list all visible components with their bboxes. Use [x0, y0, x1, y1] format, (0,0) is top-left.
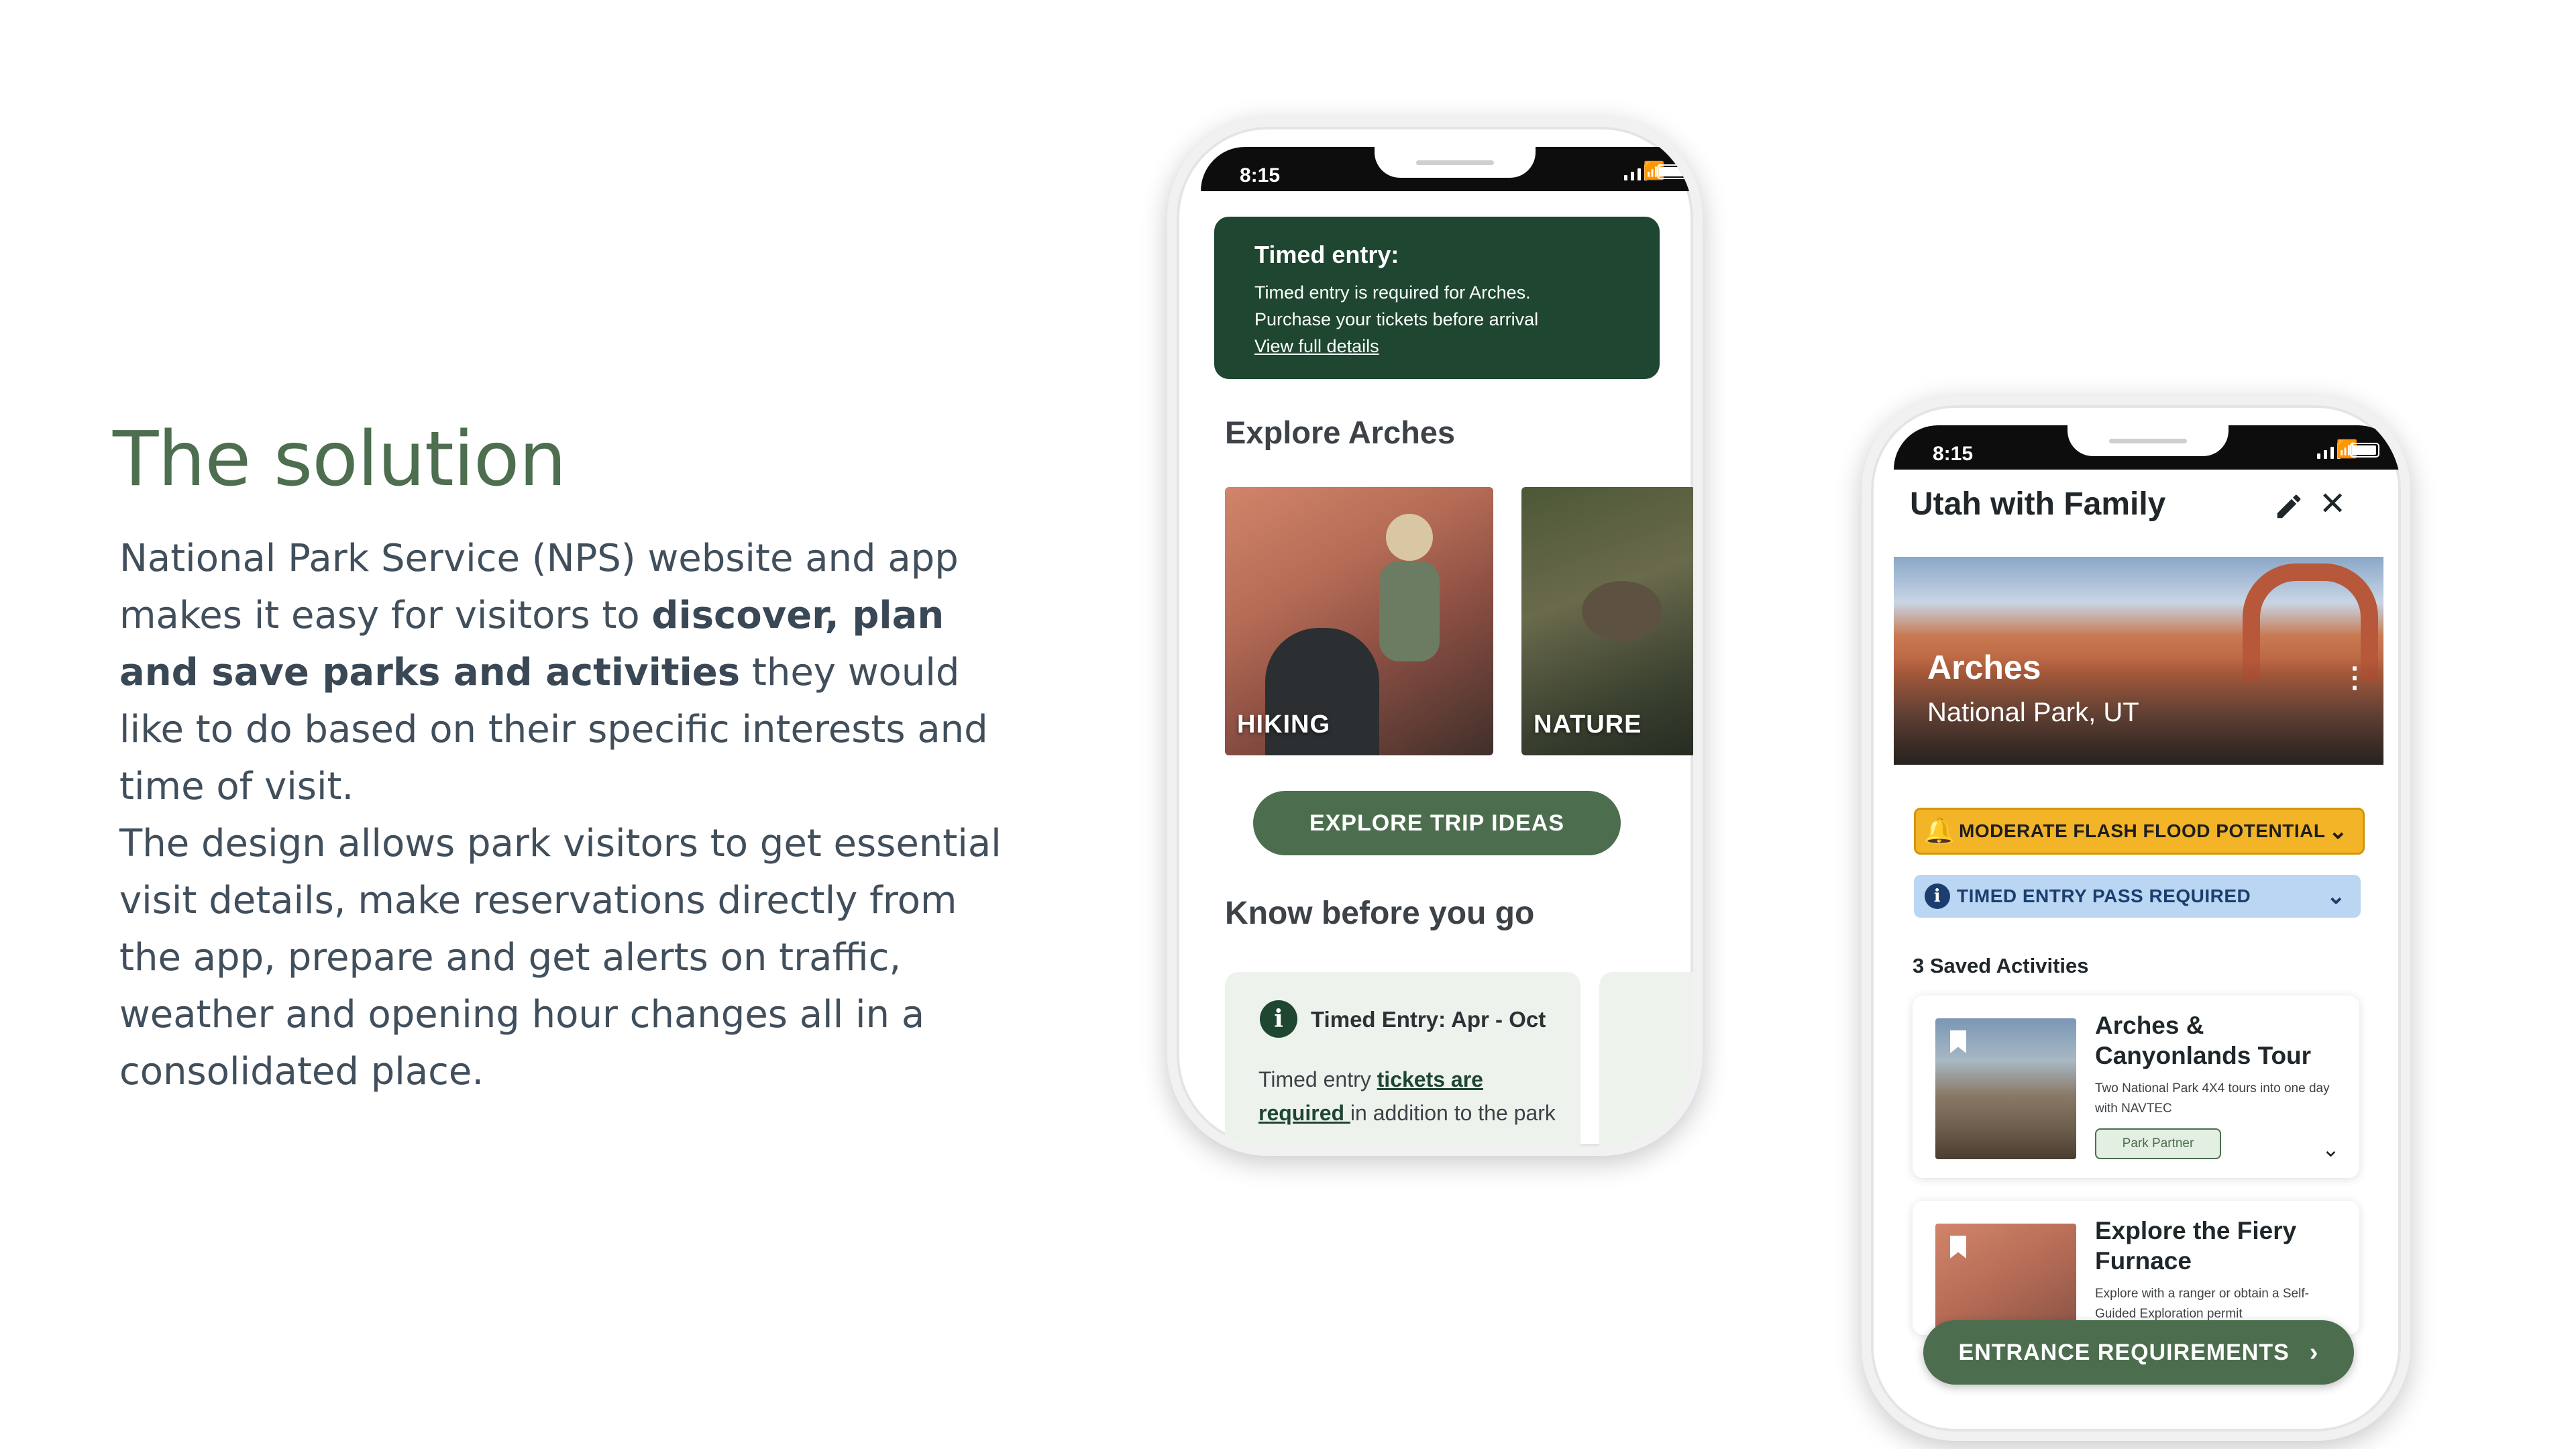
- chevron-down-icon: ⌄: [2328, 818, 2348, 844]
- alert-line-2: Purchase your tickets before arrival: [1254, 309, 1539, 329]
- know-card-title: Timed Entry: Apr - Oct: [1311, 1007, 1546, 1032]
- flash-flood-banner[interactable]: 🔔 MODERATE FLASH FLOOD POTENTIAL ⌄: [1914, 808, 2365, 855]
- entrance-button-label: ENTRANCE REQUIREMENTS: [1958, 1339, 2290, 1365]
- park-hero-image[interactable]: Arches National Park, UT ⋮: [1894, 557, 2383, 765]
- alert-title: Timed entry:: [1254, 241, 1399, 268]
- know-card-text: Timed entry tickets are required in addi…: [1258, 1063, 1574, 1130]
- status-bar: 8:15 📶: [1894, 425, 2401, 470]
- solution-paragraph-1: National Park Service (NPS) website and …: [119, 530, 1012, 815]
- more-vertical-icon[interactable]: ⋮: [2341, 661, 2369, 694]
- timed-banner-text: TIMED ENTRY PASS REQUIRED: [1957, 885, 2251, 906]
- hiker-hat: [1386, 514, 1433, 561]
- phone-notch: [2068, 425, 2229, 456]
- park-name: Arches: [1927, 649, 2041, 686]
- activity-desc: Explore with a ranger or obtain a Self-G…: [2095, 1287, 2309, 1321]
- explore-heading: Explore Arches: [1225, 415, 1456, 450]
- info-icon: i: [1260, 1000, 1297, 1038]
- activity-card[interactable]: Arches & Canyonlands Tour Two National P…: [1913, 996, 2359, 1178]
- park-partner-badge: Park Partner: [2095, 1128, 2221, 1159]
- park-subtitle: National Park, UT: [1927, 698, 2139, 727]
- timed-entry-banner[interactable]: i TIMED ENTRY PASS REQUIRED ⌄: [1914, 875, 2361, 918]
- solution-title: The solution: [113, 416, 566, 503]
- activity-title: Explore the Fiery Furnace: [2095, 1217, 2297, 1275]
- timed-entry-alert: Timed entry: Timed entry is required for…: [1214, 217, 1660, 379]
- phone-mockup-park: 8:15 📶 Timed entry: Timed entry is requi…: [1167, 117, 1703, 1156]
- status-bar: 8:15 📶: [1201, 147, 1693, 191]
- know-text-post: in addition to the park: [1350, 1101, 1556, 1125]
- hiker-body: [1379, 561, 1440, 661]
- flood-banner-text: MODERATE FLASH FLOOD POTENTIAL: [1959, 820, 2326, 841]
- chevron-down-icon[interactable]: ⌄: [2322, 1136, 2340, 1162]
- phone-notch: [1375, 147, 1536, 178]
- tile-hiking[interactable]: HIKING: [1225, 487, 1493, 755]
- status-time: 8:15: [1240, 164, 1281, 186]
- chevron-right-icon: ›: [2309, 1338, 2319, 1366]
- pencil-icon[interactable]: [2273, 491, 2304, 522]
- explore-trip-ideas-button[interactable]: EXPLORE TRIP IDEAS: [1253, 791, 1621, 855]
- know-before-heading: Know before you go: [1225, 896, 1535, 931]
- view-details-link[interactable]: View full details: [1254, 336, 1379, 357]
- battery-icon: [2350, 443, 2379, 458]
- saved-activities-heading: 3 Saved Activities: [1913, 954, 2089, 977]
- nature-plant: [1582, 581, 1662, 641]
- tile-label-hiking: HIKING: [1237, 710, 1330, 739]
- info-icon: i: [1925, 883, 1950, 909]
- activity-desc: Two National Park 4X4 tours into one day…: [2095, 1081, 2330, 1116]
- activity-title: Arches & Canyonlands Tour: [2095, 1012, 2312, 1069]
- alert-line-1: Timed entry is required for Arches.: [1254, 282, 1531, 303]
- know-card-timed-entry[interactable]: i Timed Entry: Apr - Oct Timed entry tic…: [1225, 972, 1580, 1146]
- phone-mockup-trip: 8:15 📶 Utah with Family ✕ Arches Nationa…: [1862, 396, 2410, 1441]
- chevron-down-icon: ⌄: [2326, 883, 2346, 909]
- trip-title: Utah with Family: [1910, 486, 2166, 522]
- battery-icon: [1657, 164, 1686, 179]
- bell-alert-icon: 🔔: [1923, 817, 1955, 845]
- tile-nature[interactable]: NATURE: [1521, 487, 1693, 755]
- close-icon[interactable]: ✕: [2319, 488, 2346, 521]
- know-card-next[interactable]: [1599, 972, 1693, 1146]
- solution-paragraph-2: The design allows park visitors to get e…: [119, 822, 1002, 1093]
- entrance-requirements-button[interactable]: ENTRANCE REQUIREMENTS ›: [1923, 1320, 2354, 1385]
- status-time: 8:15: [1933, 443, 1974, 465]
- know-text-pre: Timed entry: [1258, 1067, 1377, 1091]
- tile-label-nature: NATURE: [1534, 710, 1642, 739]
- activity-card[interactable]: Explore the Fiery Furnace Explore with a…: [1913, 1201, 2359, 1335]
